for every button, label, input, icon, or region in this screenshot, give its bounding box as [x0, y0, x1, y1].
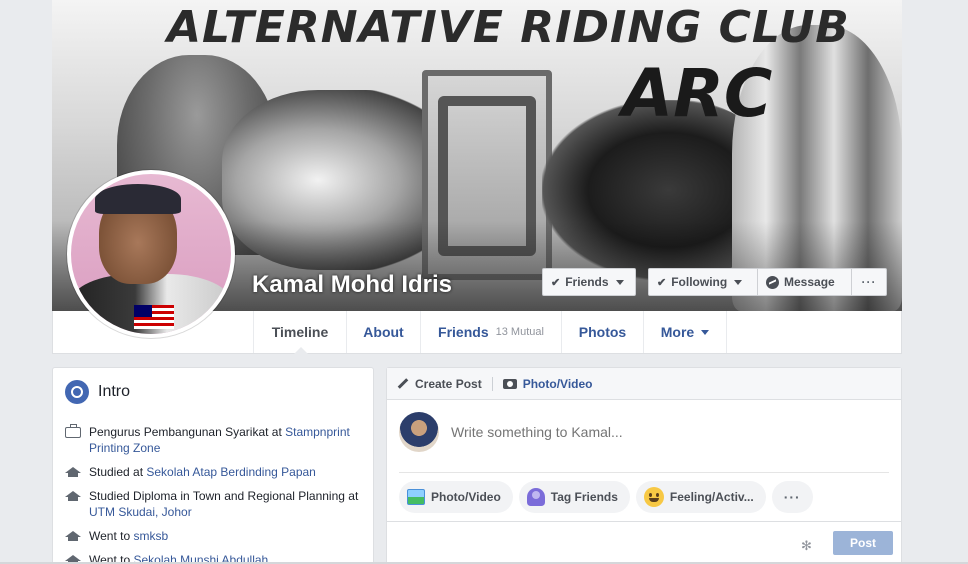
intro-header: Intro — [65, 380, 130, 404]
intro-item-link[interactable]: UTM Skudai, Johor — [89, 505, 192, 519]
following-button[interactable]: ✔ Following — [648, 268, 758, 296]
pencil-icon — [397, 378, 409, 389]
tab-friends[interactable]: Friends 13 Mutual — [420, 311, 561, 353]
photo-icon — [407, 489, 425, 505]
tab-timeline[interactable]: Timeline — [253, 311, 346, 354]
friends-button-label: Friends — [565, 275, 609, 289]
message-button[interactable]: Message — [757, 268, 852, 296]
mutual-friends-count: 13 Mutual — [495, 326, 544, 338]
create-post-label: Create Post — [415, 376, 482, 391]
more-actions-button[interactable]: ··· — [771, 481, 813, 513]
intro-item-link[interactable]: smksb — [133, 529, 168, 543]
caret-down-icon — [734, 279, 743, 285]
messenger-icon — [766, 275, 779, 289]
following-button-label: Following — [671, 275, 728, 289]
post-text-input[interactable] — [451, 424, 871, 440]
more-options-button[interactable]: ··· — [851, 268, 887, 296]
intro-item-text: Went to — [89, 529, 134, 543]
photo-video-tab-label: Photo/Video — [522, 376, 593, 391]
avatar — [399, 412, 439, 452]
tag-person-icon — [526, 488, 545, 506]
photo-video-button[interactable]: Photo/Video — [399, 481, 513, 513]
graduation-cap-icon — [65, 491, 81, 501]
intro-item-work: Pengurus Pembangunan Syarikat at Stampnp… — [65, 424, 365, 456]
tab-about[interactable]: About — [346, 311, 420, 353]
checkmark-icon: ✔ — [551, 276, 561, 289]
intro-item-text: Pengurus Pembangunan Syarikat at — [89, 425, 286, 439]
avatar-image — [71, 174, 231, 334]
cover-subtitle-text: ARC — [622, 55, 773, 132]
intro-item-text: Studied at — [89, 465, 147, 479]
gear-icon[interactable]: ✻ — [801, 538, 812, 554]
intro-list: Pengurus Pembangunan Syarikat at Stampnp… — [65, 424, 365, 564]
photo-video-tab[interactable]: Photo/Video — [491, 376, 603, 391]
tab-label: Photos — [578, 324, 627, 340]
malaysia-flag-icon — [134, 305, 174, 329]
tab-label: More — [660, 324, 695, 340]
tab-label: About — [363, 324, 404, 340]
tab-photos[interactable]: Photos — [561, 311, 643, 353]
friends-button[interactable]: ✔ Friends — [542, 268, 636, 296]
graduation-cap-icon — [65, 467, 81, 477]
smiley-icon — [643, 487, 664, 507]
feeling-activity-button-label: Feeling/Activ... — [669, 490, 754, 504]
composer-divider — [399, 472, 889, 473]
cover-title-text: ALTERNATIVE RIDING CLUB — [167, 2, 850, 53]
post-composer: Create Post Photo/Video Photo/Video Tag … — [386, 367, 902, 564]
caret-down-icon — [701, 329, 710, 335]
post-button[interactable]: Post — [833, 531, 893, 555]
intro-item-education: Studied at Sekolah Atap Berdinding Papan — [65, 464, 365, 480]
composer-footer: ✻ Post — [387, 521, 901, 564]
briefcase-icon — [65, 424, 81, 438]
intro-title: Intro — [98, 383, 131, 400]
graduation-cap-icon — [65, 531, 81, 541]
profile-name[interactable]: Kamal Mohd Idris — [252, 271, 452, 299]
composer-body — [399, 412, 871, 452]
create-post-tab[interactable]: Create Post — [397, 377, 492, 391]
caret-down-icon — [615, 279, 624, 285]
intro-item-text: Studied Diploma in Town and Regional Pla… — [89, 489, 359, 503]
intro-item-link[interactable]: Sekolah Atap Berdinding Papan — [146, 465, 315, 479]
tag-friends-button-label: Tag Friends — [550, 490, 618, 504]
composer-actions: Photo/Video Tag Friends Feeling/Activ...… — [399, 481, 813, 513]
tab-more[interactable]: More — [643, 311, 727, 353]
checkmark-icon: ✔ — [657, 276, 667, 289]
globe-icon — [65, 380, 89, 404]
tab-label: Friends — [438, 324, 489, 340]
intro-card: Intro Pengurus Pembangunan Syarikat at S… — [52, 367, 374, 564]
tag-friends-button[interactable]: Tag Friends — [518, 481, 630, 513]
tab-label: Timeline — [271, 324, 329, 340]
feeling-activity-button[interactable]: Feeling/Activ... — [635, 481, 766, 513]
message-button-label: Message — [784, 275, 835, 289]
composer-tabs: Create Post Photo/Video — [387, 368, 901, 400]
graduation-cap-icon — [65, 555, 81, 564]
intro-item-education: Studied Diploma in Town and Regional Pla… — [65, 488, 365, 520]
camera-icon — [502, 378, 517, 389]
photo-video-button-label: Photo/Video — [431, 490, 501, 504]
intro-item-education: Went to smksb — [65, 528, 365, 544]
profile-picture[interactable] — [67, 170, 235, 338]
